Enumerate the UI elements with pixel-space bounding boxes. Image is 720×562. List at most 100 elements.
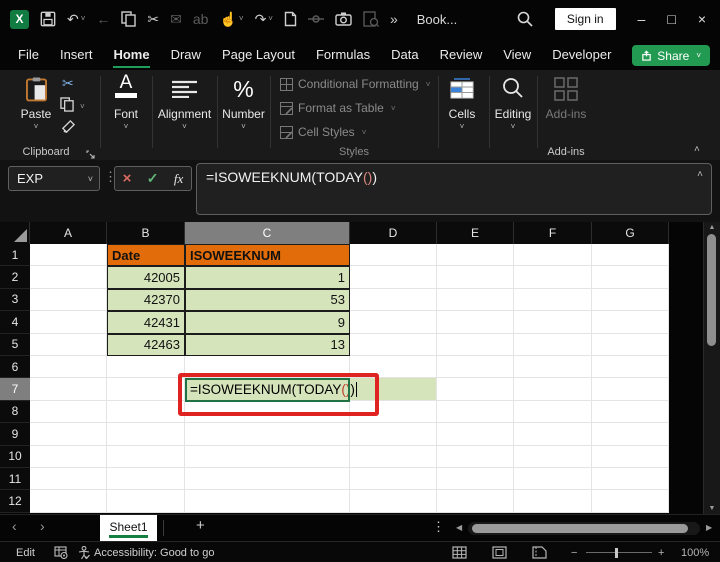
row-header-11[interactable]: 11 [0, 468, 30, 490]
cell-a6[interactable] [30, 356, 107, 378]
sheet-tab-sheet1[interactable]: Sheet1 [100, 515, 157, 542]
row-header-6[interactable]: 6 [0, 356, 30, 378]
cell-b9[interactable] [107, 423, 185, 445]
row-header-12[interactable]: 12 [0, 490, 30, 512]
formula-input[interactable]: =ISOWEEKNUM(TODAY()) ˄ [196, 163, 712, 215]
sheet-nav-left-icon[interactable]: ‹ [12, 518, 17, 534]
chevron-down-icon[interactable]: ˅ [81, 15, 86, 23]
cell-a2[interactable] [30, 266, 107, 288]
cell-c4[interactable]: 9 [185, 311, 350, 333]
cell-d7[interactable] [350, 378, 437, 400]
cell-g6[interactable] [592, 356, 669, 378]
page-break-view-icon[interactable] [532, 542, 547, 562]
minimize-button[interactable]: – [638, 11, 646, 27]
scroll-down-icon[interactable]: ▼ [704, 505, 720, 512]
cell-f8[interactable] [514, 401, 592, 423]
tab-data[interactable]: Data [391, 41, 418, 68]
close-button[interactable]: × [698, 11, 706, 27]
chevron-down-icon[interactable]: ˅ [268, 15, 273, 23]
cell-b2[interactable]: 42005 [107, 266, 185, 288]
horizontal-scrollbar-thumb[interactable] [472, 524, 688, 533]
cell-g11[interactable] [592, 468, 669, 490]
sheet-nav-right-icon[interactable]: › [40, 518, 45, 534]
cell-g8[interactable] [592, 401, 669, 423]
cell-c6[interactable] [185, 356, 350, 378]
cell-a1[interactable] [30, 244, 107, 266]
cells-button[interactable]: Cells ˅ [437, 74, 487, 131]
cell-f1[interactable] [514, 244, 592, 266]
cell-g9[interactable] [592, 423, 669, 445]
cell-c12[interactable] [185, 490, 350, 512]
share-button[interactable]: Share ˅ [632, 45, 710, 66]
collapse-ribbon-icon[interactable]: ˄ [694, 144, 700, 155]
cell-f9[interactable] [514, 423, 592, 445]
tab-developer[interactable]: Developer [552, 41, 611, 68]
cell-f2[interactable] [514, 266, 592, 288]
add-sheet-button[interactable]: + [196, 517, 205, 534]
cell-a4[interactable] [30, 311, 107, 333]
page-layout-view-icon[interactable] [492, 542, 507, 562]
cell-f12[interactable] [514, 490, 592, 512]
cell-f10[interactable] [514, 446, 592, 468]
cell-c3[interactable]: 53 [185, 289, 350, 311]
row-header-4[interactable]: 4 [0, 311, 30, 333]
tab-draw[interactable]: Draw [171, 41, 201, 68]
more-commands-icon[interactable]: » [390, 12, 398, 26]
cell-e10[interactable] [437, 446, 514, 468]
cell-e11[interactable] [437, 468, 514, 490]
cut-button[interactable]: ✂ [62, 75, 74, 92]
zoom-out-button[interactable]: − [571, 542, 577, 562]
camera-icon[interactable] [335, 12, 352, 26]
accessibility-icon[interactable] [78, 542, 90, 562]
cell-g1[interactable] [592, 244, 669, 266]
cell-d6[interactable] [350, 356, 437, 378]
vertical-scrollbar-thumb[interactable] [707, 234, 716, 346]
cell-g3[interactable] [592, 289, 669, 311]
row-header-3[interactable]: 3 [0, 289, 30, 311]
sheet-tabs-more-icon[interactable]: ⋮ [432, 519, 445, 535]
paste-button[interactable]: Paste ˅ [14, 74, 58, 131]
zoom-slider-thumb[interactable] [615, 548, 618, 558]
cell-b11[interactable] [107, 468, 185, 490]
cell-c10[interactable] [185, 446, 350, 468]
accessibility-status[interactable]: Accessibility: Good to go [94, 542, 214, 562]
cell-c9[interactable] [185, 423, 350, 445]
cell-a9[interactable] [30, 423, 107, 445]
cell-e12[interactable] [437, 490, 514, 512]
tab-home[interactable]: Home [113, 41, 149, 68]
tab-file[interactable]: File [18, 41, 39, 68]
editing-button[interactable]: Editing ˅ [487, 74, 539, 131]
row-header-8[interactable]: 8 [0, 401, 30, 423]
cancel-icon[interactable]: × [123, 170, 132, 187]
cell-g2[interactable] [592, 266, 669, 288]
cell-e5[interactable] [437, 334, 514, 356]
row-header-9[interactable]: 9 [0, 423, 30, 445]
tab-formulas[interactable]: Formulas [316, 41, 370, 68]
cell-a5[interactable] [30, 334, 107, 356]
chevron-down-icon[interactable]: ˅ [239, 15, 244, 23]
touch-mode-icon[interactable]: ☝˅ [219, 12, 243, 26]
column-header-a[interactable]: A [30, 222, 107, 244]
undo-icon[interactable]: ↶˅ [67, 12, 85, 26]
cell-b4[interactable]: 42431 [107, 311, 185, 333]
cell-c1[interactable]: ISOWEEKNUM [185, 244, 350, 266]
cell-f6[interactable] [514, 356, 592, 378]
font-button[interactable]: A Font ˅ [101, 74, 151, 131]
row-header-2[interactable]: 2 [0, 266, 30, 288]
cell-b6[interactable] [107, 356, 185, 378]
alignment-button[interactable]: Alignment ˅ [153, 74, 216, 131]
copy-icon[interactable] [121, 11, 136, 27]
number-button[interactable]: % Number ˅ [218, 74, 269, 131]
row-header-5[interactable]: 5 [0, 334, 30, 356]
cell-e4[interactable] [437, 311, 514, 333]
chevron-down-icon[interactable]: ˅ [80, 102, 85, 111]
cell-e3[interactable] [437, 289, 514, 311]
name-box[interactable]: EXP ˅ [8, 166, 100, 191]
cell-d2[interactable] [350, 266, 437, 288]
column-header-c[interactable]: C [185, 222, 350, 244]
zoom-in-button[interactable]: + [658, 542, 664, 562]
cell-c11[interactable] [185, 468, 350, 490]
maximize-button[interactable]: □ [667, 11, 675, 27]
zoom-slider[interactable] [586, 552, 652, 553]
cell-e8[interactable] [437, 401, 514, 423]
